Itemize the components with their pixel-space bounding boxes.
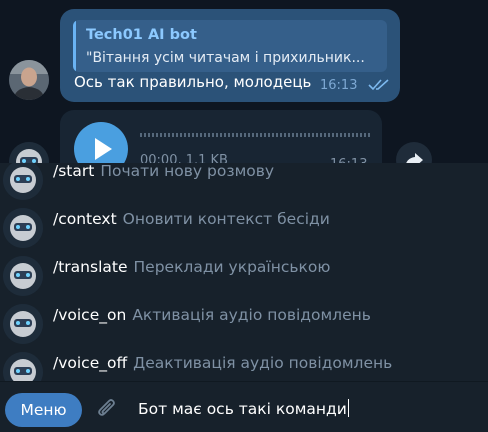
reply-quote: "Вітання усім читачам і прихильник... (86, 50, 365, 66)
bot-avatar (3, 256, 43, 296)
command-item-voice-off[interactable]: /voice_off Деактивація аудіо повідомлень (0, 348, 488, 381)
message-composer: Меню Бот має ось такі команди (0, 381, 488, 432)
bot-avatar (3, 304, 43, 344)
message-input[interactable]: Бот має ось такі команди (138, 399, 349, 418)
command-name: /context (53, 210, 117, 228)
command-item-voice-on[interactable]: /voice_on Активація аудіо повідомлень (0, 300, 488, 348)
command-description: Активація аудіо повідомлень (132, 306, 371, 324)
user-avatar[interactable] (9, 60, 49, 100)
bot-avatar (3, 208, 43, 248)
command-item-start[interactable]: /start Почати нову розмову (0, 163, 488, 204)
command-description: Деактивація аудіо повідомлень (133, 354, 393, 372)
message-text: Ось так правильно, молодець (74, 73, 312, 91)
command-name: /voice_off (53, 354, 128, 372)
reply-accent-bar (73, 20, 76, 72)
message-input-value: Бот має ось такі команди (138, 400, 347, 418)
text-caret (347, 399, 349, 417)
bot-avatar (3, 163, 43, 200)
message-time: 16:13 (320, 78, 358, 93)
outgoing-message[interactable]: Tech01 AI bot "Вітання усім читачам і пр… (60, 9, 400, 102)
reply-preview[interactable]: Tech01 AI bot "Вітання усім читачам і пр… (73, 20, 387, 72)
command-name: /voice_on (53, 306, 127, 324)
waveform[interactable] (140, 131, 370, 139)
paperclip-icon[interactable] (94, 396, 120, 422)
bot-commands-list: /start Почати нову розмову /context Оновит… (0, 163, 488, 381)
double-check-icon (368, 79, 389, 91)
voice-message[interactable]: 00:00, 1.1 KB 16:13 (60, 110, 382, 170)
command-item-translate[interactable]: /translate Переклади українською (0, 252, 488, 300)
menu-button[interactable]: Меню (5, 393, 82, 427)
chat-history: Tech01 AI bot "Вітання усім читачам і пр… (0, 0, 488, 170)
bot-avatar (3, 352, 43, 381)
reply-author: Tech01 AI bot (86, 27, 197, 43)
command-item-context[interactable]: /context Оновити контекст бесіди (0, 204, 488, 252)
command-description: Оновити контекст бесіди (122, 210, 330, 228)
command-description: Почати нову розмову (100, 163, 275, 180)
command-name: /translate (53, 258, 128, 276)
command-name: /start (53, 163, 95, 180)
command-description: Переклади українською (133, 258, 331, 276)
